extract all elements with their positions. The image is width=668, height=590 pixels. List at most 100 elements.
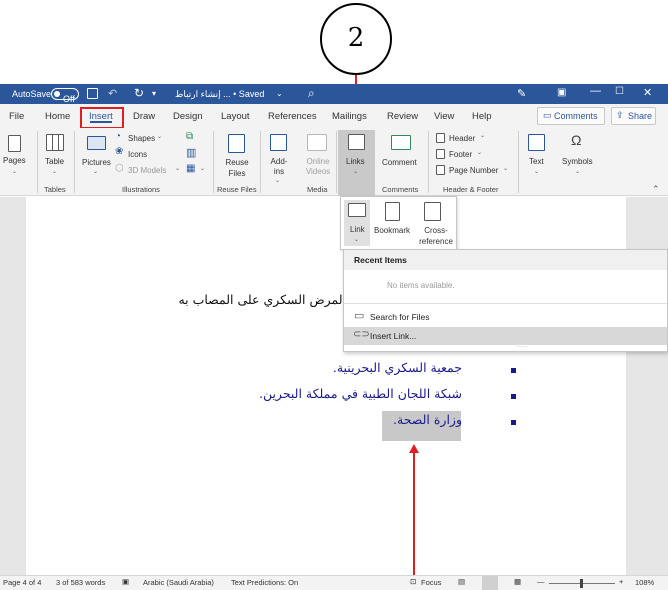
tab-draw[interactable]: Draw — [133, 111, 155, 122]
footer-chevron-icon: ⌄ — [477, 150, 483, 156]
share-button[interactable]: ⇪ Share — [611, 107, 656, 125]
undo-icon[interactable]: ↶ — [108, 87, 117, 100]
focus-label[interactable]: Focus — [421, 578, 441, 587]
table-chevron-icon: ⌄ — [52, 169, 58, 175]
pages-button[interactable]: Pages — [3, 156, 26, 165]
resize-grip-icon[interactable]: .... — [516, 342, 528, 349]
bullet-marker — [511, 368, 516, 373]
tab-mailings[interactable]: Mailings — [332, 111, 367, 122]
title-chevron-icon[interactable]: ⌄ — [276, 89, 283, 98]
pictures-button[interactable]: Pictures — [82, 158, 111, 167]
minimize-icon[interactable]: — — [590, 85, 601, 97]
tab-review[interactable]: Review — [387, 111, 418, 122]
screenshot-icon[interactable]: ▦ — [186, 163, 195, 174]
read-mode-icon[interactable]: ▤ — [458, 577, 465, 586]
zoom-in-icon[interactable]: + — [619, 577, 623, 586]
group-label-reuse-files: Reuse Files — [217, 185, 257, 194]
bullet-item-1[interactable]: جمعية السكري البحرينية. — [333, 360, 462, 375]
comment-button[interactable]: Comment — [382, 158, 417, 167]
toggle-knob — [54, 91, 60, 97]
autosave-label: AutoSave — [12, 89, 52, 99]
table-button[interactable]: Table — [45, 157, 64, 166]
smartart-icon[interactable]: ⧉ — [186, 131, 193, 142]
page-number-chevron-icon: ⌄ — [503, 166, 509, 172]
chart-icon[interactable]: ▥ — [186, 146, 196, 159]
search-icon[interactable]: ⌕ — [308, 86, 315, 101]
zoom-slider-thumb[interactable] — [580, 579, 583, 588]
link-label: Link — [350, 225, 365, 234]
page-number-icon — [436, 165, 445, 175]
reuse-files-icon — [228, 134, 245, 153]
symbols-button[interactable]: Symbols — [562, 157, 593, 166]
3d-models-chevron-icon: ⌄ — [175, 166, 181, 172]
autosave-toggle[interactable]: Off — [51, 88, 79, 104]
autosave-state: Off — [63, 94, 75, 104]
no-items-text: No items available. — [387, 281, 455, 290]
icons-button[interactable]: Icons — [128, 150, 147, 159]
bookmark-button[interactable]: Bookmark — [374, 200, 414, 246]
tab-help[interactable]: Help — [472, 111, 492, 122]
close-icon[interactable]: ✕ — [643, 86, 652, 99]
tab-layout[interactable]: Layout — [221, 111, 250, 122]
bullet-item-3-selected[interactable]: وزارة الصحة. — [393, 412, 462, 427]
group-separator — [74, 131, 75, 193]
shapes-button[interactable]: Shapes — [128, 134, 155, 143]
footer-icon — [436, 149, 445, 159]
text-button[interactable]: Text — [529, 157, 544, 166]
link-icon — [348, 203, 366, 217]
comments-label: Comments — [554, 111, 598, 121]
pen-icon[interactable]: ✎ — [517, 87, 526, 100]
tab-references[interactable]: References — [268, 111, 317, 122]
proofing-icon[interactable]: ▣ — [122, 577, 129, 586]
page-count[interactable]: Page 4 of 4 — [3, 578, 41, 587]
online-videos-button[interactable]: Online Videos — [302, 157, 334, 177]
comments-button[interactable]: ▭ Comments — [537, 107, 605, 125]
pictures-chevron-icon: ⌄ — [93, 169, 99, 175]
cross-reference-button[interactable]: Cross-reference — [417, 200, 455, 246]
document-title[interactable]: إنشاء ارتباط ... • Saved — [175, 89, 264, 100]
annotation-arrow-bottom — [413, 452, 415, 580]
pages-chevron-icon: ⌄ — [12, 169, 18, 175]
group-separator — [37, 131, 38, 193]
cross-reference-icon — [424, 202, 441, 221]
tab-file[interactable]: File — [9, 111, 24, 122]
link-button[interactable]: Link ⌄ — [344, 200, 370, 246]
text-predictions[interactable]: Text Predictions: On — [231, 578, 298, 587]
maximize-icon[interactable]: ☐ — [615, 86, 624, 97]
reuse-files-button[interactable]: Reuse Files — [222, 157, 252, 179]
header-button[interactable]: Header — [449, 134, 475, 143]
text-box-icon — [528, 134, 545, 151]
tab-home[interactable]: Home — [45, 111, 70, 122]
customize-icon[interactable]: ▾ — [152, 89, 156, 98]
zoom-level[interactable]: 108% — [635, 578, 654, 587]
links-label: Links — [346, 157, 365, 166]
3d-models-button[interactable]: 3D Models — [128, 166, 166, 175]
bullet-item-2[interactable]: شبكة اللجان الطبية في مملكة البحرين. — [259, 386, 462, 401]
links-button[interactable]: Links ⌄ — [338, 130, 375, 196]
group-label-comments: Comments — [382, 185, 419, 194]
table-icon — [46, 134, 64, 151]
word-count[interactable]: 3 of 583 words — [56, 578, 105, 587]
tab-design[interactable]: Design — [173, 111, 203, 122]
save-icon[interactable] — [87, 88, 98, 99]
ribbon-display-icon[interactable]: ▣ — [557, 87, 566, 98]
insert-link-item[interactable]: ⊂⊃ Insert Link... — [344, 327, 667, 345]
search-for-files-item[interactable]: ▭ Search for Files — [344, 308, 667, 326]
page-number-button[interactable]: Page Number — [449, 166, 498, 175]
collapse-ribbon-icon[interactable]: ⌃ — [652, 184, 660, 195]
print-layout-icon[interactable] — [482, 576, 498, 590]
language-indicator[interactable]: Arabic (Saudi Arabia) — [143, 578, 214, 587]
addins-button[interactable]: Add-ins — [266, 157, 292, 177]
link-submenu: Recent Items No items available. ▭ Searc… — [343, 249, 668, 352]
footer-button[interactable]: Footer — [449, 150, 472, 159]
group-separator — [428, 131, 429, 193]
shapes-chevron-icon: ⌄ — [157, 134, 163, 140]
focus-icon[interactable]: ⊡ — [410, 577, 416, 586]
redo-icon[interactable]: ↻ — [134, 86, 144, 100]
zoom-out-icon[interactable]: — — [537, 577, 545, 586]
annotation-arrowhead-bottom — [409, 444, 419, 453]
tab-view[interactable]: View — [434, 111, 454, 122]
header-icon — [436, 133, 445, 143]
share-icon: ⇪ — [616, 110, 624, 120]
web-layout-icon[interactable]: ▦ — [514, 577, 521, 586]
